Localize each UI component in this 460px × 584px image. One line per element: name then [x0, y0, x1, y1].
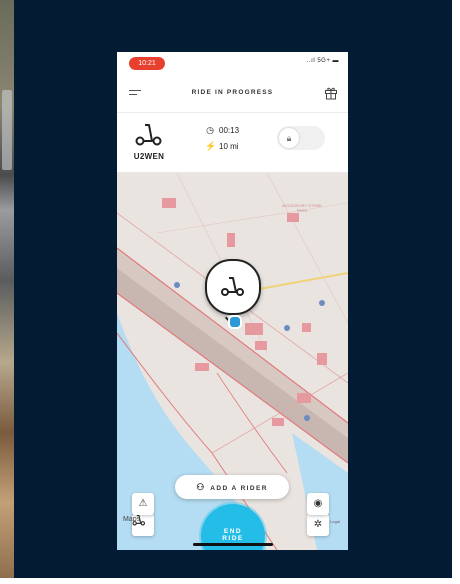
- gift-icon[interactable]: [324, 86, 338, 100]
- lock-toggle[interactable]: 🔒︎: [277, 126, 325, 150]
- ride-duration: ◷ 00:13: [205, 125, 239, 136]
- legal-link[interactable]: Legal: [330, 519, 340, 524]
- home-indicator[interactable]: [193, 543, 273, 546]
- location-target-icon: ◉: [313, 498, 323, 509]
- map-place-label: ACCESSORY STORE PARK: [282, 203, 322, 213]
- phone-screen: 10:21 ..ıl 5G+ ▬ RIDE IN PROGRESS U2WEN …: [117, 52, 348, 550]
- ride-distance-value: 10 mi: [219, 142, 239, 151]
- scooter-map-pin[interactable]: [205, 259, 261, 315]
- status-bar: 10:21 ..ıl 5G+ ▬: [117, 52, 348, 74]
- add-rider-icon: ⚇: [196, 482, 205, 492]
- report-issue-button[interactable]: ⚠: [132, 493, 154, 515]
- ride-distance: ⚡ 10 mi: [205, 141, 239, 152]
- ride-info-panel: U2WEN ◷ 00:13 ⚡ 10 mi 🔒︎: [117, 112, 348, 173]
- nav-bar: RIDE IN PROGRESS: [117, 74, 348, 113]
- page-title: RIDE IN PROGRESS: [191, 89, 274, 96]
- status-time: 10:21: [129, 57, 165, 70]
- frame-edge-right: [452, 0, 460, 584]
- end-ride-label-line1: END: [223, 528, 243, 535]
- lock-icon: 🔒︎: [279, 128, 299, 148]
- end-ride-label-line2: RIDE: [222, 535, 244, 542]
- ride-duration-value: 00:13: [219, 126, 240, 135]
- flashlight-button[interactable]: ✲: [307, 514, 329, 536]
- scooter-icon: [135, 121, 163, 147]
- add-rider-label: ADD A RIDER: [210, 485, 268, 492]
- apple-maps-logo: Maps: [123, 516, 141, 523]
- lightning-icon: ⚡: [205, 141, 217, 151]
- scooter-id: U2WEN: [133, 152, 165, 161]
- clock-icon: ◷: [206, 125, 214, 135]
- current-location-dot: [228, 315, 242, 329]
- flashlight-icon: ✲: [313, 519, 323, 530]
- add-rider-button[interactable]: ⚇ ADD A RIDER: [175, 475, 289, 499]
- system-status-icons: ..ıl 5G+ ▬: [306, 58, 339, 64]
- menu-icon[interactable]: [129, 90, 141, 96]
- recenter-button[interactable]: ◉: [307, 493, 329, 515]
- scooter-icon: [221, 275, 245, 297]
- frame-edge-bottom: [0, 578, 460, 584]
- warning-icon: ⚠: [138, 498, 148, 509]
- background-photo-strip: [0, 0, 14, 584]
